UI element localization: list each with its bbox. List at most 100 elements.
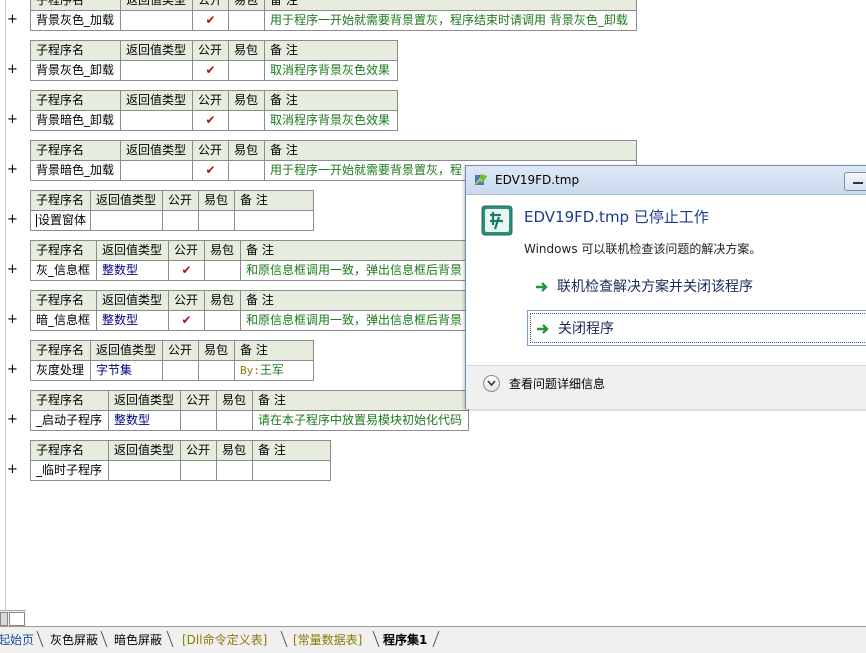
easy-pack-cell[interactable] bbox=[216, 410, 253, 431]
scroll-left-button[interactable] bbox=[0, 612, 8, 626]
expand-icon[interactable]: + bbox=[7, 313, 18, 327]
return-type-cell[interactable] bbox=[120, 10, 193, 31]
remark-cell[interactable]: 和原信息框调用一致，弹出信息框后背景 bbox=[240, 310, 501, 331]
return-type-cell[interactable] bbox=[120, 110, 193, 131]
public-check-icon[interactable]: ✔ bbox=[192, 110, 229, 131]
tab-constants[interactable]: [常量数据表] bbox=[293, 631, 362, 648]
header-return-type: 返回值类型 bbox=[120, 40, 193, 61]
easy-pack-cell[interactable] bbox=[228, 10, 265, 31]
remark-cell[interactable]: 取消程序背景灰色效果 bbox=[264, 110, 398, 131]
tab-assembly-1[interactable]: 程序集1 bbox=[383, 631, 427, 648]
header-name: 子程序名 bbox=[30, 340, 91, 361]
header-remark: 备 注 bbox=[252, 390, 469, 411]
header-easy-pack: 易包 bbox=[204, 290, 241, 311]
close-program-option[interactable]: 关闭程序 bbox=[527, 310, 866, 346]
header-return-type: 返回值类型 bbox=[120, 140, 193, 161]
header-remark: 备 注 bbox=[264, 140, 637, 161]
remark-cell[interactable]: 用于程序一开始就需要背景置灰，程序结束时请调用 背景灰色_卸载 bbox=[264, 10, 637, 31]
expand-details-button[interactable] bbox=[483, 375, 500, 392]
dialog-message: Windows 可以联机检查该问题的解决方案。 bbox=[524, 242, 762, 256]
text-cursor bbox=[36, 214, 37, 227]
public-check-icon[interactable] bbox=[162, 360, 199, 381]
subprogram-name-cell[interactable]: 背景暗色_加载 bbox=[30, 160, 121, 181]
minimize-button[interactable] bbox=[844, 172, 866, 191]
public-check-icon[interactable] bbox=[180, 410, 217, 431]
return-type-cell[interactable]: 整数型 bbox=[108, 410, 181, 431]
tab-bar: 起始页 灰色屏蔽 暗色屏蔽 [Dll命令定义表] [常量数据表] 程序集1 bbox=[0, 626, 866, 653]
subprogram-table: 子程序名 返回值类型 公开 易包 备 注 灰_信息框 整数型 ✔ 和原信息框调用… bbox=[30, 240, 501, 281]
subprogram-name-cell[interactable]: 背景灰色_加载 bbox=[30, 10, 121, 31]
public-check-icon[interactable]: ✔ bbox=[192, 160, 229, 181]
expand-icon[interactable]: + bbox=[7, 363, 18, 377]
check-online-option[interactable]: 联机检查解决方案并关闭该程序 bbox=[527, 269, 866, 305]
header-return-type: 返回值类型 bbox=[120, 90, 193, 111]
tab-dark-shield[interactable]: 暗色屏蔽 bbox=[114, 631, 162, 648]
remark-cell[interactable]: 请在本子程序中放置易模块初始化代码 bbox=[252, 410, 469, 431]
tab-separator bbox=[166, 630, 174, 648]
return-type-cell[interactable]: 整数型 bbox=[96, 260, 169, 281]
public-check-icon[interactable]: ✔ bbox=[192, 60, 229, 81]
subprogram-name-cell[interactable]: 暗_信息框 bbox=[30, 310, 97, 331]
subprogram-name-cell[interactable]: 背景暗色_卸载 bbox=[30, 110, 121, 131]
easy-pack-cell[interactable] bbox=[228, 110, 265, 131]
easy-pack-cell[interactable] bbox=[216, 460, 253, 481]
public-check-icon[interactable]: ✔ bbox=[192, 10, 229, 31]
horizontal-scrollbar[interactable] bbox=[0, 610, 26, 627]
header-remark: 备 注 bbox=[252, 440, 331, 461]
expand-icon[interactable]: + bbox=[7, 63, 18, 77]
remark-cell[interactable]: 取消程序背景灰色效果 bbox=[264, 60, 398, 81]
remark-author-name: 王军 bbox=[259, 363, 284, 377]
subprogram-name-cell[interactable]: 背景灰色_卸载 bbox=[30, 60, 121, 81]
return-type-cell[interactable] bbox=[108, 460, 181, 481]
subprogram-name-cell[interactable]: 灰_信息框 bbox=[30, 260, 97, 281]
return-type-cell[interactable] bbox=[120, 60, 193, 81]
scroll-thumb[interactable] bbox=[9, 612, 25, 626]
header-easy-pack: 易包 bbox=[198, 340, 235, 361]
tab-dll-commands[interactable]: [Dll命令定义表] bbox=[182, 631, 267, 648]
expand-icon[interactable]: + bbox=[7, 113, 18, 127]
return-type-cell[interactable] bbox=[90, 210, 163, 231]
close-program-label: 关闭程序 bbox=[558, 321, 614, 337]
header-name: 子程序名 bbox=[30, 40, 121, 61]
header-return-type: 返回值类型 bbox=[90, 340, 163, 361]
subprogram-name-cell[interactable]: _临时子程序 bbox=[30, 460, 109, 481]
easy-pack-cell[interactable] bbox=[228, 160, 265, 181]
expand-icon[interactable]: + bbox=[7, 213, 18, 227]
remark-cell[interactable] bbox=[252, 460, 331, 481]
return-type-cell[interactable]: 整数型 bbox=[96, 310, 169, 331]
program-icon bbox=[481, 205, 513, 236]
dialog-titlebar[interactable]: EDV19FD.tmp bbox=[466, 166, 866, 195]
expand-icon[interactable]: + bbox=[7, 13, 18, 27]
tab-start-page[interactable]: 起始页 bbox=[0, 631, 34, 648]
easy-pack-cell[interactable] bbox=[198, 210, 235, 231]
public-check-icon[interactable] bbox=[180, 460, 217, 481]
return-type-cell[interactable]: 字节集 bbox=[90, 360, 163, 381]
expand-icon[interactable]: + bbox=[7, 413, 18, 427]
easy-pack-cell[interactable] bbox=[204, 310, 241, 331]
public-check-icon[interactable]: ✔ bbox=[168, 260, 205, 281]
remark-cell[interactable]: By:王军 bbox=[234, 360, 314, 381]
tab-gray-shield[interactable]: 灰色屏蔽 bbox=[50, 631, 98, 648]
check-online-label: 联机检查解决方案并关闭该程序 bbox=[557, 279, 753, 295]
view-details-link[interactable]: 查看问题详细信息 bbox=[509, 375, 605, 392]
expand-icon[interactable]: + bbox=[7, 163, 18, 177]
dialog-body: EDV19FD.tmp 已停止工作 Windows 可以联机检查该问题的解决方案… bbox=[466, 195, 866, 365]
public-check-icon[interactable]: ✔ bbox=[168, 310, 205, 331]
easy-pack-cell[interactable] bbox=[204, 260, 241, 281]
subprogram-name-cell[interactable]: 设置窗体 bbox=[30, 210, 91, 231]
subprogram-name-cell[interactable]: 灰度处理 bbox=[30, 360, 91, 381]
remark-cell[interactable]: 和原信息框调用一致，弹出信息框后背景 bbox=[240, 260, 501, 281]
remark-cell[interactable] bbox=[234, 210, 314, 231]
public-check-icon[interactable] bbox=[162, 210, 199, 231]
easy-pack-cell[interactable] bbox=[228, 60, 265, 81]
subprogram-name-cell[interactable]: _启动子程序 bbox=[30, 410, 109, 431]
subprogram-table: 子程序名 返回值类型 公开 易包 备 注 背景暗色_卸载 ✔ 取消程序背景灰色效… bbox=[30, 90, 398, 131]
subprogram-name-text: 设置窗体 bbox=[38, 213, 87, 227]
tab-separator bbox=[36, 630, 44, 648]
expand-icon[interactable]: + bbox=[7, 463, 18, 477]
expand-icon[interactable]: + bbox=[7, 263, 18, 277]
easy-pack-cell[interactable] bbox=[198, 360, 235, 381]
dialog-footer: 查看问题详细信息 bbox=[466, 365, 866, 409]
return-type-cell[interactable] bbox=[120, 160, 193, 181]
subprogram-table: 子程序名 返回值类型 公开 易包 备 注 背景灰色_卸载 ✔ 取消程序背景灰色效… bbox=[30, 40, 398, 81]
